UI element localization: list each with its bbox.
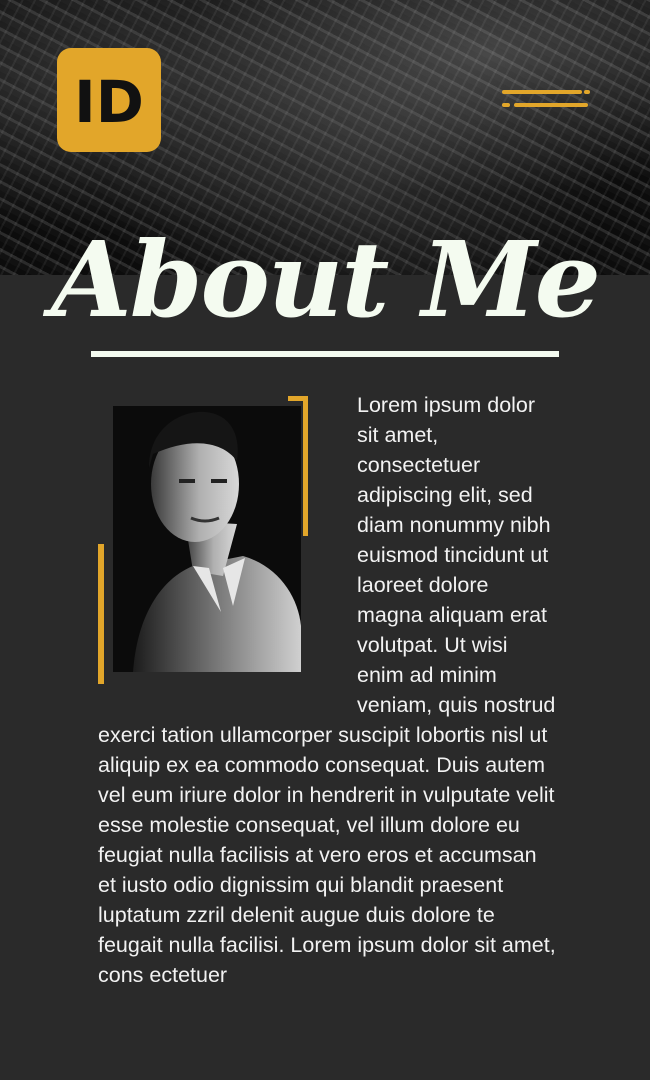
profile-photo — [113, 406, 301, 672]
photo-frame — [98, 390, 357, 695]
logo[interactable]: {ID} — [57, 48, 161, 152]
page-title: About Me — [51, 218, 601, 341]
title-underline — [91, 351, 559, 357]
logo-mark-icon: {ID} — [67, 68, 151, 135]
about-content: Lorem ipsum dolor sit amet, consectetuer… — [98, 390, 560, 990]
portrait-image — [113, 406, 301, 672]
menu-button[interactable] — [500, 88, 592, 114]
logo-text: {ID} — [67, 68, 151, 135]
photo-accent-left — [98, 544, 104, 684]
